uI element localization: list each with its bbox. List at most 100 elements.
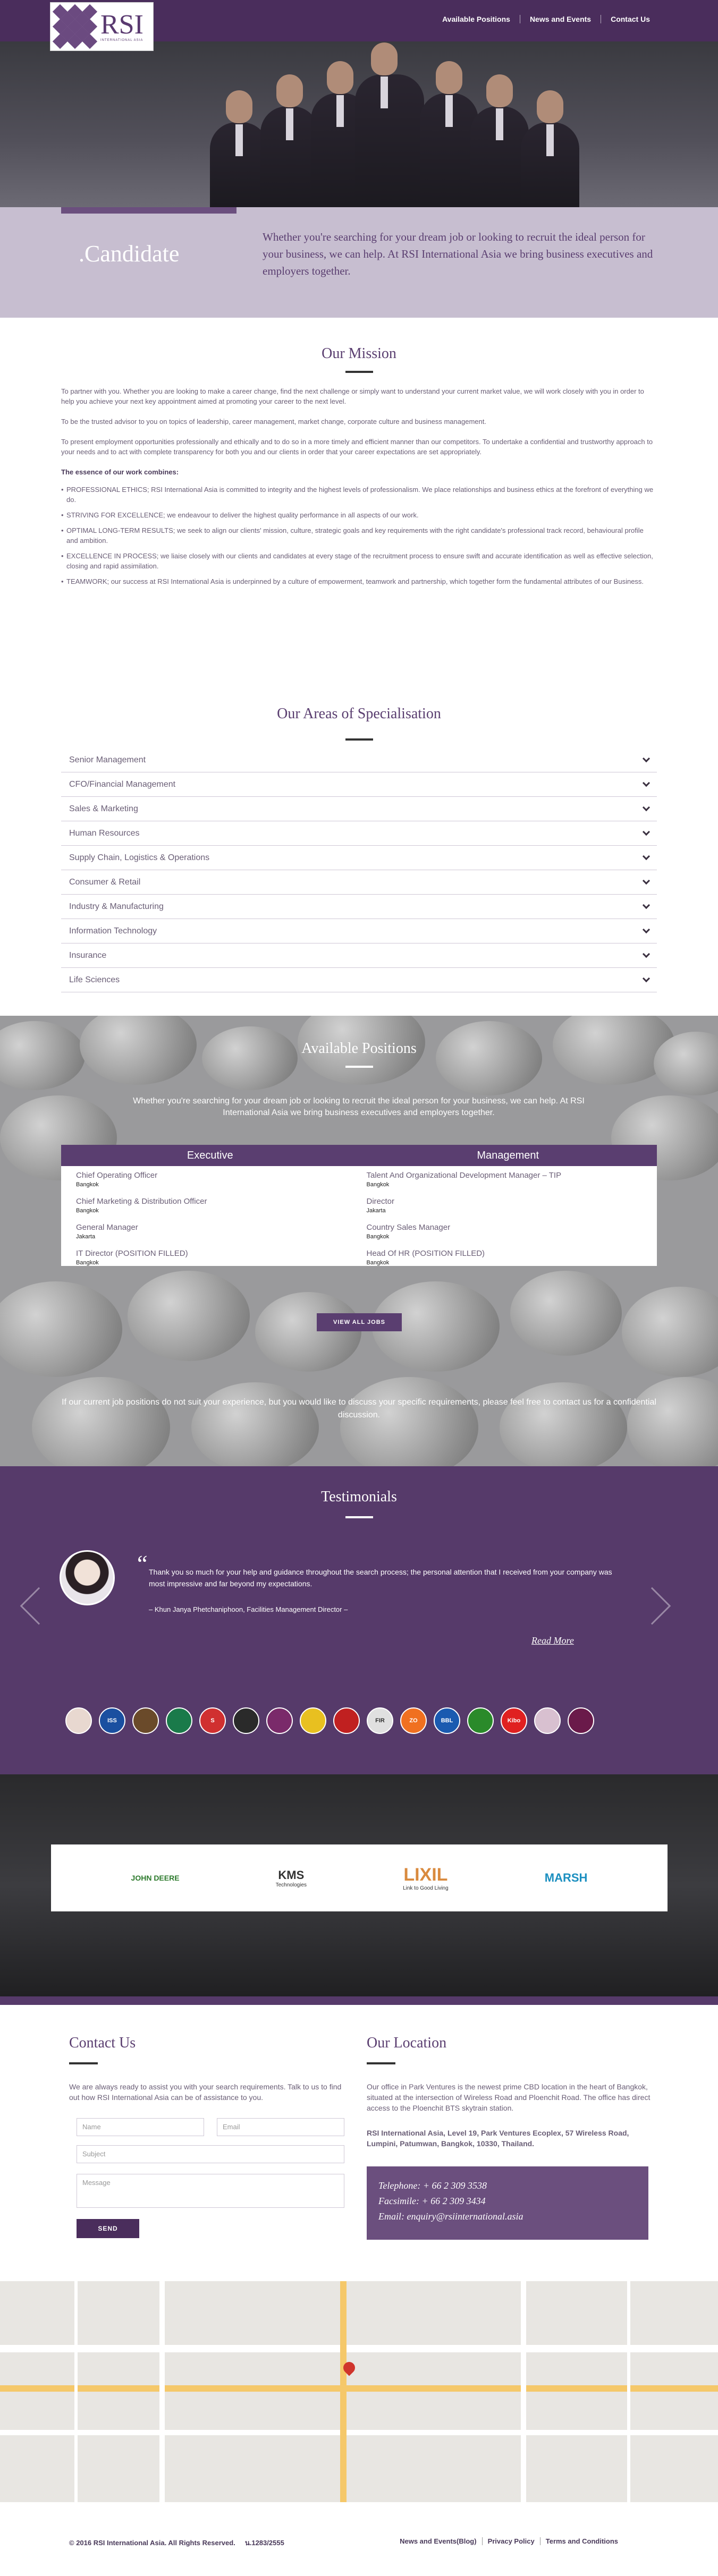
accordion-item[interactable]: Senior Management [61, 748, 657, 772]
location-description: Our office in Park Ventures is the newes… [367, 2082, 651, 2112]
mission-paragraph: To present employment opportunities prof… [61, 438, 653, 456]
footer-link-terms[interactable]: Terms and Conditions [539, 2537, 623, 2545]
tab-management[interactable]: Management [359, 1145, 657, 1166]
chevron-down-icon [642, 828, 651, 836]
job-item[interactable]: Chief Marketing & Distribution Officer Ba… [76, 1196, 352, 1215]
accordion-label: Sales & Marketing [69, 804, 138, 813]
footer: © 2016 RSI International Asia. All Right… [0, 2502, 718, 2576]
client-logo[interactable]: S [199, 1707, 226, 1734]
specialisation-title: Our Areas of Specialisation [277, 705, 441, 722]
hero-person [521, 90, 579, 207]
job-item[interactable]: Country Sales Manager Bangkok [367, 1222, 643, 1241]
job-title[interactable]: Chief Marketing & Distribution Officer [76, 1196, 352, 1206]
job-item[interactable]: Chief Operating Officer Bangkok [76, 1170, 352, 1189]
partner-logo[interactable]: LIXIL Link to Good Living [403, 1865, 449, 1891]
candidate-intro: Whether you're searching for your dream … [263, 231, 653, 277]
job-item[interactable]: General Manager Jakarta [76, 1222, 352, 1241]
mission-list-item: TEAMWORK; our success at RSI Internation… [61, 576, 656, 586]
client-logo[interactable] [65, 1707, 92, 1734]
nav-contact-us[interactable]: Contact Us [601, 15, 660, 23]
hero-person [470, 74, 529, 207]
client-logo[interactable] [333, 1707, 360, 1734]
job-title[interactable]: Head Of HR (POSITION FILLED) [367, 1248, 643, 1259]
subject-field[interactable]: Subject [77, 2145, 344, 2163]
specialisation-accordion: Senior Management CFO/Financial Manageme… [61, 748, 657, 992]
email-field[interactable]: Email [217, 2118, 344, 2136]
mission-list-item: PROFESSIONAL ETHICS; RSI International A… [61, 484, 656, 505]
footer-link-privacy[interactable]: Privacy Policy [482, 2537, 540, 2545]
accordion-item[interactable]: CFO/Financial Management [61, 772, 657, 797]
client-logo[interactable] [568, 1707, 594, 1734]
job-location: Bangkok [76, 1181, 99, 1188]
accordion-item[interactable]: Human Resources [61, 821, 657, 846]
partner-logo[interactable]: KMS Technologies [276, 1868, 307, 1888]
send-button[interactable]: SEND [77, 2219, 139, 2238]
license-number: น.1283/2555 [244, 2539, 284, 2547]
job-title[interactable]: General Manager [76, 1222, 352, 1232]
job-item[interactable]: Talent And Organizational Development Ma… [367, 1170, 643, 1189]
client-logo[interactable] [166, 1707, 192, 1734]
job-location: Bangkok [366, 1260, 390, 1266]
job-title[interactable]: Country Sales Manager [367, 1222, 643, 1232]
mission-list-item: STRIVING FOR EXCELLENCE; we endeavour to… [61, 510, 656, 520]
accordion-label: Human Resources [69, 828, 140, 838]
footer-links: News and Events(Blog) Privacy Policy Ter… [394, 2537, 623, 2545]
positions-section: Available Positions Whether you're searc… [0, 1016, 718, 1466]
accordion-item[interactable]: Information Technology [61, 919, 657, 943]
client-logo[interactable]: BBL [434, 1707, 460, 1734]
client-logo[interactable]: Kibo [501, 1707, 527, 1734]
quote-icon: “ [137, 1551, 148, 1577]
job-item[interactable]: Director Jakarta [367, 1196, 643, 1215]
accordion-item[interactable]: Consumer & Retail [61, 870, 657, 895]
nav-available-positions[interactable]: Available Positions [433, 15, 520, 23]
accordion-item[interactable]: Insurance [61, 943, 657, 968]
partner-logo[interactable]: MARSH [545, 1871, 588, 1885]
view-all-jobs-button[interactable]: VIEW ALL JOBS [317, 1313, 402, 1331]
positions-title: Available Positions [301, 1040, 417, 1057]
email-link[interactable]: Email: enquiry@rsiinternational.asia [378, 2209, 637, 2224]
accordion-item[interactable]: Industry & Manufacturing [61, 895, 657, 919]
read-more-link[interactable]: Read More [531, 1635, 574, 1646]
job-item[interactable]: IT Director (POSITION FILLED) Bangkok [76, 1248, 352, 1267]
client-logo[interactable] [132, 1707, 159, 1734]
site-logo[interactable]: RSI INTERNATIONAL ASIA [50, 2, 154, 51]
accordion-item[interactable]: Life Sciences [61, 968, 657, 992]
job-title[interactable]: Chief Operating Officer [76, 1170, 352, 1180]
job-item[interactable]: Head Of HR (POSITION FILLED) Bangkok [367, 1248, 643, 1267]
client-logo[interactable] [534, 1707, 561, 1734]
accordion-item[interactable]: Supply Chain, Logistics & Operations [61, 846, 657, 870]
tab-executive[interactable]: Executive [61, 1145, 359, 1166]
accordion-label: Life Sciences [69, 975, 120, 984]
mission-list-item: EXCELLENCE IN PROCESS; we liaise closely… [61, 551, 656, 571]
job-title[interactable]: Director [367, 1196, 643, 1206]
job-title[interactable]: Talent And Organizational Development Ma… [367, 1170, 643, 1180]
message-field[interactable]: Message [77, 2174, 344, 2208]
client-logo[interactable] [467, 1707, 494, 1734]
footer-link-news[interactable]: News and Events(Blog) [394, 2537, 482, 2545]
nav-news-and-events[interactable]: News and Events [519, 15, 601, 23]
client-logo[interactable]: FIR [367, 1707, 393, 1734]
partner-logo[interactable]: JOHN DEERE [131, 1874, 180, 1882]
location-map[interactable] [0, 2281, 718, 2502]
mission-paragraph: To partner with you. Whether you are loo… [61, 387, 644, 405]
name-field[interactable]: Name [77, 2118, 204, 2136]
logo-text: RSI [100, 10, 143, 40]
testimonials-title: Testimonials [321, 1489, 397, 1505]
management-column: Talent And Organizational Development Ma… [352, 1166, 643, 1274]
facsimile-text: Facsimile: + 66 2 309 3434 [378, 2196, 486, 2206]
mission-paragraph: To be the trusted advisor to you on topi… [61, 418, 486, 426]
testimonial-author: – Khun Janya Phetchaniphoon, Facilities … [149, 1605, 348, 1613]
location-title: Our Location [367, 2035, 447, 2051]
client-logo[interactable] [300, 1707, 326, 1734]
contact-details-card: Telephone: + 66 2 309 3538 Facsimile: + … [367, 2166, 648, 2240]
client-logo-strip: ISS S FIR ZO BBL Kibo [65, 1707, 601, 1734]
carousel-prev-icon[interactable] [20, 1587, 58, 1625]
carousel-next-icon[interactable] [633, 1587, 671, 1625]
specialisation-title-rule [345, 738, 373, 741]
client-logo[interactable] [233, 1707, 259, 1734]
client-logo[interactable] [266, 1707, 293, 1734]
job-title[interactable]: IT Director (POSITION FILLED) [76, 1248, 352, 1259]
client-logo[interactable]: ISS [99, 1707, 125, 1734]
client-logo[interactable]: ZO [400, 1707, 427, 1734]
accordion-item[interactable]: Sales & Marketing [61, 797, 657, 821]
